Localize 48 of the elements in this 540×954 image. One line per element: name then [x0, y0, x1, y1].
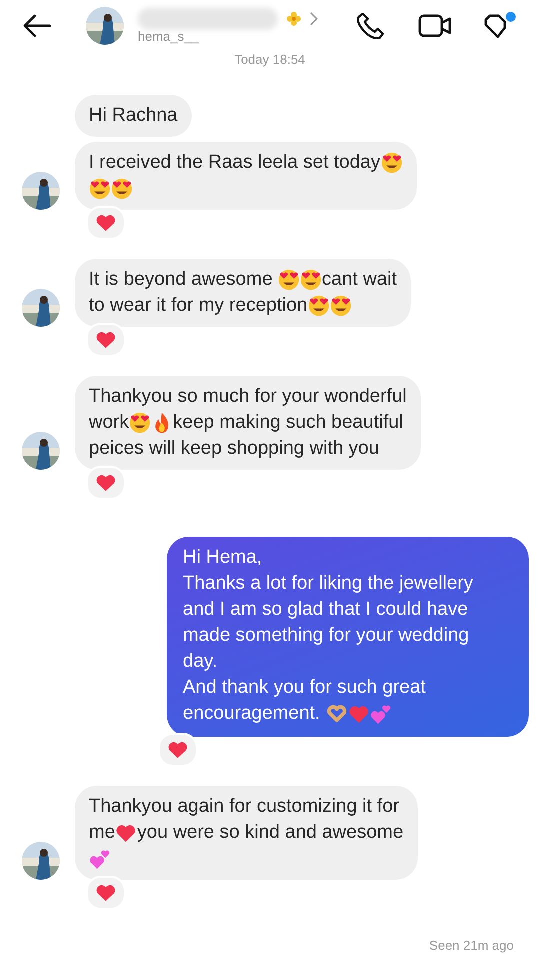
message-text: you were so kind and awesome [137, 822, 404, 844]
message-text: work [89, 412, 130, 434]
message-bubble[interactable]: It is beyond awesome cant wait to wear it for my reception [75, 259, 412, 327]
message-text: And thank you for such great [183, 677, 426, 699]
timestamp: Today 18:54 [234, 52, 306, 67]
heart-eyes-emoji-icon [111, 178, 133, 200]
message-text: day. [183, 651, 218, 673]
message-text: Hi Rachna [89, 105, 178, 127]
heart-eyes-emoji-icon [380, 152, 403, 174]
heart-reaction-icon[interactable] [86, 466, 126, 500]
username: hema_s__ [138, 30, 200, 44]
message-text: Thanks a lot for liking the jewellery [183, 573, 474, 595]
message-bubble[interactable]: Thankyou again for customizing it for me you were so kind and awesome [75, 786, 418, 880]
message-bubble[interactable]: I received the Raas leela set today [75, 142, 417, 210]
back-arrow-icon[interactable] [22, 14, 52, 38]
chevron-icon[interactable] [310, 12, 318, 26]
message-bubble[interactable]: Thankyou so much for your wonderful work keep making such beautiful peices will keep shopping with you [75, 376, 421, 470]
heart-reaction-icon[interactable] [86, 206, 126, 240]
message-text: keep making such beautiful [173, 412, 404, 434]
two-hearts-emoji-icon [370, 703, 392, 725]
two-hearts-emoji-icon [89, 848, 111, 870]
heart-eyes-emoji-icon [308, 295, 330, 317]
message-text: It is beyond awesome [89, 269, 274, 291]
heart-eyes-emoji-icon [330, 295, 352, 317]
message-bubble[interactable]: Hi Rachna [75, 95, 192, 137]
flower-icon [286, 11, 302, 27]
message-text: Thankyou again for customizing it for [89, 796, 400, 818]
message-text: made something for your wedding [183, 625, 470, 647]
message-text: I received the Raas leela set today [89, 152, 381, 174]
message-text: to wear it for my reception [89, 295, 308, 317]
heart-eyes-emoji-icon [129, 412, 152, 434]
heart-eyes-emoji-icon [300, 269, 322, 291]
heart-eyes-emoji-icon [278, 269, 300, 291]
seen-status: Seen 21m ago [429, 938, 515, 954]
message-text: Hi Hema, [183, 547, 262, 569]
message-text: and I am so glad that I could have [183, 599, 468, 621]
message-bubble[interactable]: Hi Hema, Thanks a lot for liking the jewellery and I am so glad that I could have made something for your wedding day. And thank you for such great encouragement. [167, 537, 529, 737]
message-text: cant wait [322, 269, 398, 291]
message-text: me [89, 822, 116, 844]
heart-reaction-icon[interactable] [86, 876, 126, 910]
heart-reaction-icon[interactable] [86, 323, 126, 357]
message-text: peices will keep shopping with you [89, 438, 380, 460]
video-camera-icon[interactable] [418, 13, 452, 39]
heart-eyes-emoji-icon [89, 178, 111, 200]
heart-hands-emoji-icon [326, 703, 348, 725]
message-text: Thankyou so much for your wonderful [89, 386, 407, 408]
phone-icon[interactable] [356, 11, 386, 41]
message-text: encouragement. [183, 703, 322, 725]
